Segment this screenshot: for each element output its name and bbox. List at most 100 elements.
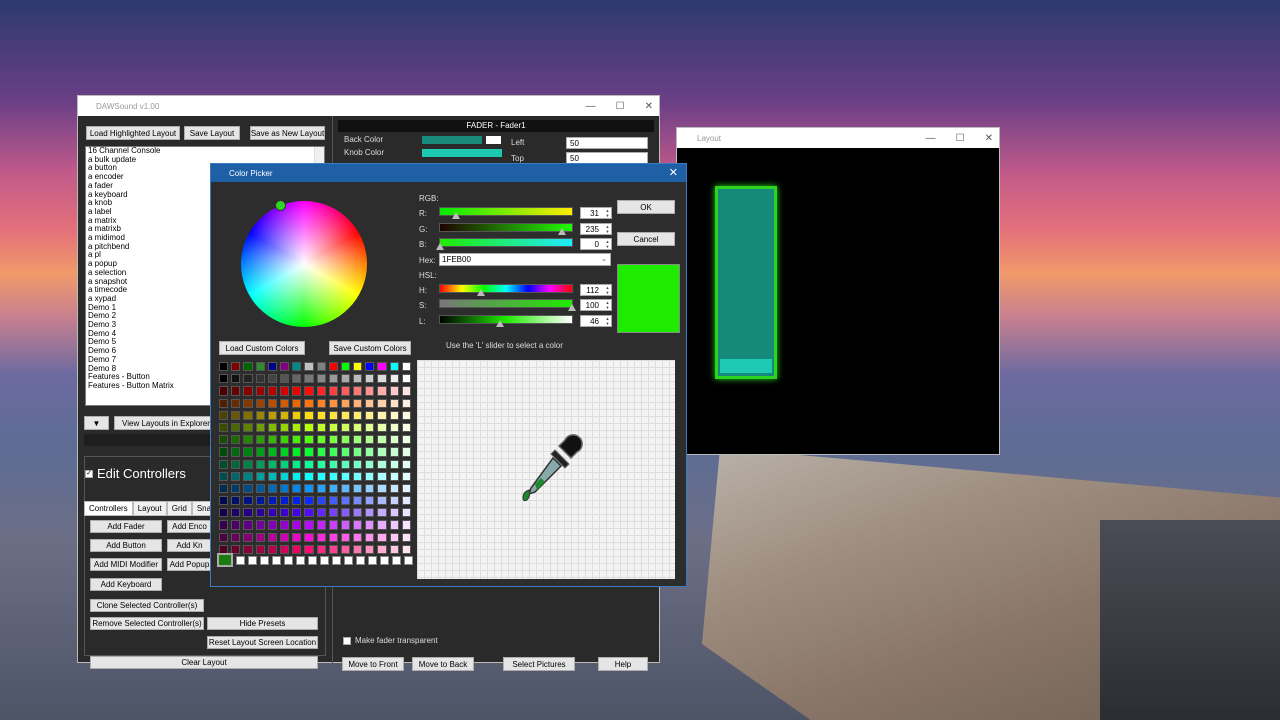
palette-swatch[interactable]	[389, 496, 399, 506]
b-slider[interactable]	[439, 238, 573, 247]
palette-swatch[interactable]	[377, 386, 387, 396]
palette-swatch[interactable]	[316, 496, 326, 506]
palette-swatch[interactable]	[353, 459, 363, 469]
h-input[interactable]: 112	[580, 284, 612, 296]
s-slider-thumb[interactable]	[568, 304, 576, 311]
palette-swatch[interactable]	[401, 532, 411, 542]
palette-swatch[interactable]	[389, 508, 399, 518]
palette-swatch[interactable]	[219, 422, 229, 433]
palette-swatch[interactable]	[377, 471, 387, 481]
palette-swatch[interactable]	[292, 410, 302, 420]
palette-swatch[interactable]	[316, 398, 326, 408]
palette-swatch[interactable]	[304, 483, 314, 494]
palette-swatch[interactable]	[292, 447, 302, 457]
palette-swatch[interactable]	[231, 374, 241, 384]
palette-swatch[interactable]	[219, 398, 229, 408]
palette-swatch[interactable]	[401, 508, 411, 518]
fader1-knob[interactable]	[720, 359, 772, 373]
palette-swatch[interactable]	[328, 496, 338, 506]
palette-swatch[interactable]	[365, 447, 375, 457]
palette-swatch[interactable]	[365, 471, 375, 481]
remove-selected-button[interactable]: Remove Selected Controller(s)	[90, 617, 204, 630]
palette-swatch[interactable]	[365, 386, 375, 396]
palette-swatch[interactable]	[377, 398, 387, 408]
palette-swatch[interactable]	[353, 435, 363, 445]
b-slider-thumb[interactable]	[436, 243, 444, 250]
palette-swatch[interactable]	[304, 362, 314, 372]
tab-grid[interactable]: Grid	[166, 501, 192, 516]
palette-swatch[interactable]	[316, 520, 326, 530]
palette-swatch[interactable]	[279, 483, 290, 494]
palette-swatch[interactable]	[255, 410, 265, 420]
palette-swatch[interactable]	[243, 483, 253, 494]
custom-color-swatch[interactable]	[296, 555, 305, 565]
palette-swatch[interactable]	[231, 410, 241, 420]
palette-swatch[interactable]	[353, 496, 363, 506]
palette-swatch[interactable]	[377, 520, 387, 530]
palette-swatch[interactable]	[377, 483, 387, 494]
palette-swatch[interactable]	[279, 471, 290, 481]
back-color-swatch[interactable]	[422, 136, 482, 144]
palette-swatch[interactable]	[401, 520, 411, 530]
transparent-checkbox[interactable]	[343, 636, 351, 645]
palette-swatch[interactable]	[353, 374, 363, 384]
palette-swatch[interactable]	[267, 459, 277, 469]
g-slider[interactable]	[439, 223, 573, 232]
palette-swatch[interactable]	[231, 422, 241, 433]
palette-swatch[interactable]	[389, 386, 399, 396]
hex-input[interactable]: 1FEB00 ⌄	[439, 253, 611, 266]
knob-color-swatch[interactable]	[422, 149, 502, 157]
palette-swatch[interactable]	[279, 496, 290, 506]
palette-swatch[interactable]	[255, 435, 265, 445]
palette-swatch[interactable]	[279, 447, 290, 457]
palette-swatch[interactable]	[401, 496, 411, 506]
tab-layout[interactable]: Layout	[132, 501, 167, 516]
view-layouts-in-explorer-button[interactable]: View Layouts in Explorer	[114, 416, 218, 430]
palette-swatch[interactable]	[243, 496, 253, 506]
palette-swatch[interactable]	[255, 459, 265, 469]
palette-swatch[interactable]	[292, 496, 302, 506]
palette-swatch[interactable]	[353, 471, 363, 481]
palette-swatch[interactable]	[328, 422, 338, 433]
palette-swatch[interactable]	[340, 520, 351, 530]
palette-swatch[interactable]	[328, 362, 338, 372]
palette-swatch[interactable]	[401, 386, 411, 396]
palette-swatch[interactable]	[243, 362, 253, 372]
load-highlighted-layout-button[interactable]: Load Highlighted Layout	[86, 126, 180, 140]
palette-swatch[interactable]	[340, 410, 351, 420]
palette-swatch[interactable]	[340, 532, 351, 542]
load-custom-colors-button[interactable]: Load Custom Colors	[219, 341, 305, 355]
color-wheel[interactable]	[241, 200, 367, 327]
palette-swatch[interactable]	[292, 374, 302, 384]
palette-swatch[interactable]	[340, 435, 351, 445]
r-input[interactable]: 31	[580, 207, 612, 219]
clone-selected-button[interactable]: Clone Selected Controller(s)	[90, 599, 204, 612]
palette-swatch[interactable]	[401, 410, 411, 420]
palette-swatch[interactable]	[304, 435, 314, 445]
palette-swatch[interactable]	[267, 410, 277, 420]
palette-swatch[interactable]	[377, 496, 387, 506]
custom-color-swatch[interactable]	[332, 555, 341, 565]
palette-swatch[interactable]	[219, 496, 229, 506]
r-slider-thumb[interactable]	[452, 212, 460, 219]
palette-swatch[interactable]	[267, 447, 277, 457]
back-color-picker[interactable]	[486, 136, 501, 144]
palette-swatch[interactable]	[279, 422, 290, 433]
clear-layout-button[interactable]: Clear Layout	[90, 656, 318, 669]
palette-swatch[interactable]	[316, 386, 326, 396]
palette-swatch[interactable]	[328, 447, 338, 457]
palette-swatch[interactable]	[231, 398, 241, 408]
palette-swatch[interactable]	[304, 508, 314, 518]
palette-swatch[interactable]	[267, 386, 277, 396]
palette-swatch[interactable]	[353, 508, 363, 518]
eyedropper-icon[interactable]	[515, 428, 591, 512]
reset-layout-location-button[interactable]: Reset Layout Screen Location	[207, 636, 318, 649]
custom-color-selected[interactable]	[217, 553, 233, 567]
palette-swatch[interactable]	[316, 508, 326, 518]
palette-swatch[interactable]	[389, 410, 399, 420]
palette-swatch[interactable]	[353, 386, 363, 396]
palette-swatch[interactable]	[353, 532, 363, 542]
palette-swatch[interactable]	[304, 374, 314, 384]
palette-swatch[interactable]	[389, 520, 399, 530]
palette-swatch[interactable]	[219, 447, 229, 457]
